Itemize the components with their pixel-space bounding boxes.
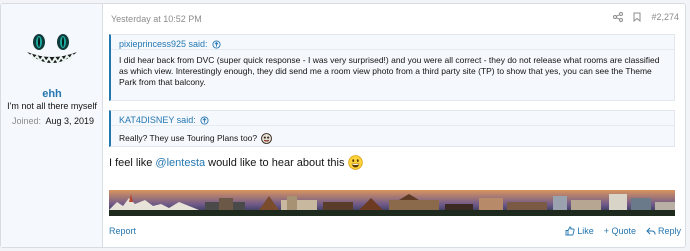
user-info-panel: ehh I'm not all there myself Joined: Aug…: [1, 4, 103, 247]
thumbs-up-icon: [565, 226, 575, 236]
user-title: I'm not all there myself: [7, 101, 97, 111]
grinning-emoji-icon: [347, 155, 363, 170]
forum-post: ehh I'm not all there myself Joined: Aug…: [0, 3, 686, 248]
reply-label: Reply: [657, 226, 681, 236]
smiley-icon: [261, 133, 273, 144]
post-date-link[interactable]: Yesterday at 10:52 PM: [111, 14, 202, 24]
mention-link[interactable]: @lentesta: [155, 157, 205, 169]
joined-label: Joined:: [12, 116, 42, 126]
share-icon[interactable]: [613, 12, 624, 22]
quote-content: Really? They use Touring Plans too?: [111, 126, 674, 144]
arrow-up-circle-icon[interactable]: [200, 115, 209, 125]
post-message: I feel like @lentesta would like to hear…: [109, 155, 363, 170]
quote-header[interactable]: pixieprincess925 said:: [111, 35, 674, 50]
post-main: Yesterday at 10:52 PM #2,274 pixieprince…: [103, 4, 685, 247]
avatar[interactable]: [19, 16, 85, 82]
reply-button[interactable]: Reply: [646, 226, 681, 236]
quote-button[interactable]: + Quote: [604, 226, 636, 236]
post-number-link[interactable]: #2,274: [651, 12, 679, 22]
resort-skyline-banner-icon: [109, 190, 675, 216]
username-link[interactable]: ehh: [1, 88, 103, 100]
like-button[interactable]: Like: [565, 226, 594, 236]
message-text: would like to hear about this: [208, 156, 345, 169]
quote-text: I did hear back from DVC (super quick re…: [119, 55, 660, 87]
like-label: Like: [577, 226, 594, 236]
arrow-up-circle-icon[interactable]: [212, 39, 221, 49]
post-header-actions: #2,274: [613, 12, 679, 22]
quote-block: pixieprincess925 said: I did hear back f…: [109, 34, 675, 101]
message-text: I feel like: [109, 156, 153, 169]
quote-author[interactable]: pixieprincess925 said:: [119, 39, 208, 49]
report-link[interactable]: Report: [109, 226, 136, 236]
reply-arrow-icon: [646, 227, 656, 235]
cheshire-cat-avatar-icon: [27, 34, 77, 65]
signature-banner-image: [109, 190, 675, 216]
quote-header[interactable]: KAT4DISNEY said:: [111, 111, 674, 126]
joined-date: Aug 3, 2019: [45, 116, 94, 126]
bookmark-icon[interactable]: [633, 12, 641, 22]
footer-actions: Like + Quote Reply: [565, 226, 681, 236]
quote-author[interactable]: KAT4DISNEY said:: [119, 115, 196, 125]
quote-text: Really? They use Touring Plans too?: [119, 133, 258, 143]
quote-block: KAT4DISNEY said: Really? They use Tourin…: [109, 110, 675, 147]
